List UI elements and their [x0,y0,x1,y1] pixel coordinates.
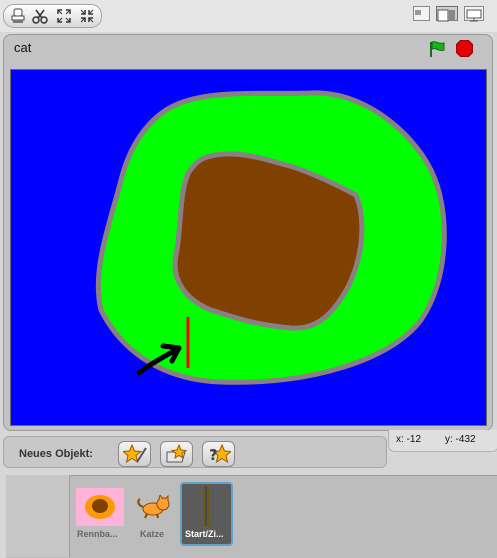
green-flag-button[interactable] [428,40,446,58]
sprite-label: Rennba... [77,529,118,539]
folder-star-icon [166,444,187,463]
grow-arrows-icon [57,9,71,23]
duplicate-stamp-button[interactable] [8,7,28,25]
racetrack-thumbnail [85,495,115,519]
small-stage-icon [415,10,421,15]
sprite-thumb-cat[interactable] [130,488,178,526]
shrink-arrows-icon [80,9,94,23]
presentation-icon [466,9,482,22]
new-object-label: Neues Objekt: [19,448,93,460]
stage-drawing [95,90,447,385]
stamp-icon [11,8,25,23]
random-sprite-button[interactable]: ? [202,441,235,467]
start-finish-thumbnail [203,486,209,526]
paint-star-icon [122,444,147,464]
mouse-coordinates: x: -12 y: -432 [388,430,497,452]
stage-thumbnail-column[interactable] [6,475,70,557]
delete-scissors-button[interactable] [30,7,50,25]
sprite-name: cat [14,40,32,55]
choose-sprite-from-file-button[interactable] [160,441,193,467]
sprite-label: Start/Zi... [185,529,224,539]
top-toolbar [0,0,497,32]
normal-stage-icon [437,9,455,22]
stop-button[interactable] [456,40,473,57]
sprite-label: Katze [140,529,165,539]
paint-new-sprite-button[interactable] [118,441,151,467]
svg-text:?: ? [209,446,218,464]
normal-stage-view-button[interactable] [436,6,458,22]
scissors-icon [32,9,48,24]
tool-buttons [3,4,102,28]
presentation-mode-button[interactable] [464,6,484,22]
shrink-button[interactable] [77,7,97,25]
cat-thumbnail [137,495,170,519]
x-coordinate: x: -12 [396,434,422,445]
stage-canvas[interactable] [10,69,487,426]
question-star-icon: ? [209,444,231,464]
small-stage-view-button[interactable] [413,6,430,21]
y-coordinate: y: -432 [445,434,476,445]
grow-button[interactable] [54,7,74,25]
sprite-thumb-racetrack[interactable] [76,488,124,526]
